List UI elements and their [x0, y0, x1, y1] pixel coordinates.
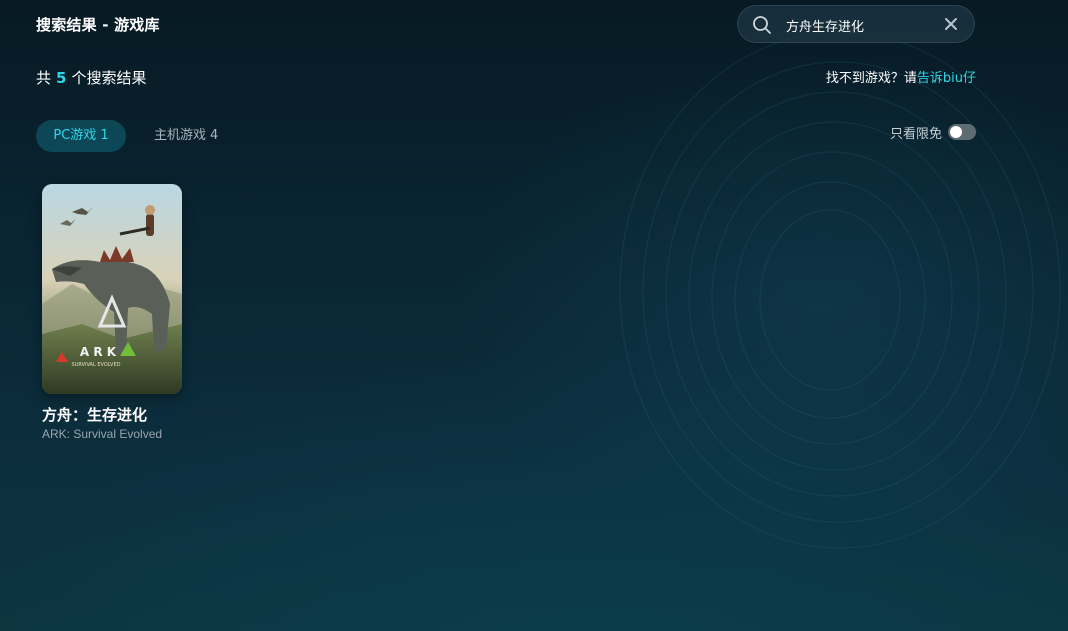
tab-pc-games[interactable]: PC游戏 1: [36, 120, 126, 152]
cover-logo-text: A R K: [80, 345, 117, 359]
game-title[interactable]: 方舟：生存进化: [42, 404, 182, 425]
game-subtitle: ARK: Survival Evolved: [42, 427, 163, 441]
free-only-toggle[interactable]: 只看限免: [890, 122, 976, 142]
free-only-label: 只看限免: [889, 126, 942, 142]
search-input[interactable]: 方舟生存进化: [737, 5, 975, 43]
page-title: 搜索结果 - 游戏库: [36, 16, 160, 34]
result-count-prefix: 共: [36, 69, 52, 87]
game-card[interactable]: A R K SURVIVAL EVOLVED 方舟：生存进化 ARK: Surv…: [42, 184, 182, 441]
search-value[interactable]: 方舟生存进化: [786, 16, 864, 35]
toggle-knob: [950, 126, 962, 138]
result-count-suffix: 个搜索结果: [71, 69, 147, 87]
search-icon: [753, 16, 771, 34]
tab-console-games-count: 4: [210, 128, 219, 143]
tab-pc-games-label: PC游戏: [53, 128, 97, 143]
toggle-switch[interactable]: [948, 124, 976, 140]
game-cover-art: A R K SURVIVAL EVOLVED: [42, 184, 182, 394]
close-icon[interactable]: [944, 17, 958, 31]
tab-console-games[interactable]: 主机游戏 4: [154, 120, 234, 152]
tab-console-games-label: 主机游戏: [154, 128, 207, 143]
feedback-prompt: 找不到游戏？请告诉biu仔: [826, 67, 976, 86]
feedback-link[interactable]: 告诉biu仔: [917, 71, 976, 86]
feedback-text: 找不到游戏？请: [825, 71, 917, 86]
result-count-number: 5: [56, 69, 67, 87]
cover-tagline: SURVIVAL EVOLVED: [72, 362, 121, 368]
tab-pc-games-count: 1: [100, 128, 109, 143]
game-cover[interactable]: A R K SURVIVAL EVOLVED: [42, 184, 182, 394]
result-count: 共 5 个搜索结果: [36, 67, 146, 88]
